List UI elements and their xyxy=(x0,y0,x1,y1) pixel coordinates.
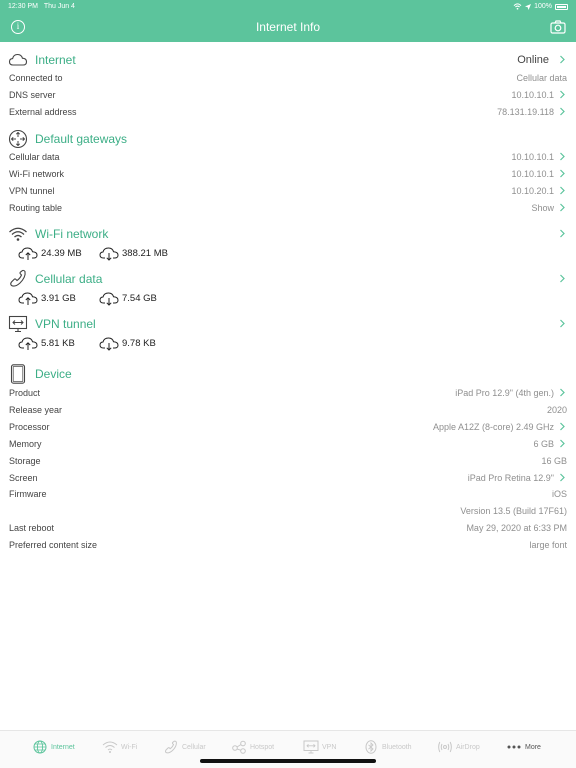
chevron-right-icon xyxy=(560,186,565,195)
row-content-size: Preferred content size large font xyxy=(9,540,567,550)
cloud-upload-icon xyxy=(18,292,38,305)
wifi-title: Wi-Fi network xyxy=(35,227,109,241)
globe-icon xyxy=(33,740,47,754)
row-gateway-wifi[interactable]: Wi-Fi network 10.10.10.1 xyxy=(0,166,576,183)
chevron-right-icon xyxy=(560,473,565,482)
bluetooth-icon xyxy=(365,740,377,754)
chevron-right-icon xyxy=(560,169,565,178)
row-gateway-cellular[interactable]: Cellular data 10.10.10.1 xyxy=(0,149,576,166)
camera-icon[interactable] xyxy=(550,20,566,34)
battery-percent: 100% xyxy=(534,3,552,10)
chevron-right-icon xyxy=(560,422,565,431)
row-screen[interactable]: Screen iPad Pro Retina 12.9" xyxy=(0,470,576,487)
tab-wifi[interactable]: Wi-Fi xyxy=(102,739,137,755)
row-processor[interactable]: Processor Apple A12Z (8-core) 2.49 GHz xyxy=(0,419,576,436)
row-gateway-vpn[interactable]: VPN tunnel 10.10.20.1 xyxy=(0,183,576,200)
tablet-icon xyxy=(10,364,26,384)
row-product[interactable]: Product iPad Pro 12.9" (4th gen.) xyxy=(0,385,576,402)
navigation-bar: 12:30 PM Thu Jun 4 100% i Internet Info xyxy=(0,0,576,42)
row-firmware-version: Version 13.5 (Build 17F61) xyxy=(460,506,567,516)
phone-icon xyxy=(165,740,177,754)
vpn-upload: 5.81 KB xyxy=(18,334,75,352)
vpn-title: VPN tunnel xyxy=(35,317,96,331)
page-title: Internet Info xyxy=(255,20,321,34)
cloud-download-icon xyxy=(99,292,119,306)
vpn-icon xyxy=(303,740,319,754)
cloud-upload-icon xyxy=(18,247,38,260)
internet-status: Online xyxy=(517,54,549,66)
chevron-right-icon xyxy=(560,229,565,238)
cloud-upload-icon xyxy=(18,337,38,350)
chevron-right-icon xyxy=(560,439,565,448)
chevron-right-icon xyxy=(560,319,565,328)
internet-title: Internet xyxy=(35,53,76,67)
vpn-download: 9.78 KB xyxy=(99,334,156,352)
wifi-download: 388.21 MB xyxy=(99,244,168,262)
vpn-monitor-icon xyxy=(8,315,28,333)
status-bar: 12:30 PM Thu Jun 4 100% xyxy=(0,3,576,13)
wifi-header[interactable]: Wi-Fi network xyxy=(0,222,576,246)
device-title: Device xyxy=(35,367,72,381)
location-icon xyxy=(525,3,532,10)
wifi-icon xyxy=(102,741,118,753)
chevron-right-icon xyxy=(560,90,565,99)
cellular-title: Cellular data xyxy=(35,272,103,286)
row-routing-table[interactable]: Routing table Show xyxy=(0,200,576,217)
phone-icon xyxy=(10,269,26,287)
internet-header[interactable]: Internet Online xyxy=(0,48,576,72)
tab-cellular[interactable]: Cellular xyxy=(163,739,206,755)
cellular-upload: 3.91 GB xyxy=(18,289,76,307)
row-release-year: Release year 2020 xyxy=(9,405,567,415)
tab-vpn[interactable]: VPN xyxy=(303,739,336,755)
gateways-header: Default gateways xyxy=(0,127,576,151)
row-dns-server[interactable]: DNS server 10.10.10.1 xyxy=(0,87,576,104)
cellular-traffic: 3.91 GB 7.54 GB xyxy=(0,289,576,307)
row-connected-to: Connected to Cellular data xyxy=(9,73,567,83)
chevron-right-icon xyxy=(560,388,565,397)
chevron-right-icon xyxy=(560,152,565,161)
more-icon xyxy=(507,745,521,749)
router-icon xyxy=(8,129,28,149)
cellular-download: 7.54 GB xyxy=(99,289,157,307)
tab-airdrop[interactable]: AirDrop xyxy=(437,739,480,755)
vpn-header[interactable]: VPN tunnel xyxy=(0,312,576,336)
vpn-traffic: 5.81 KB 9.78 KB xyxy=(0,334,576,352)
wifi-status-icon xyxy=(513,3,522,10)
row-memory[interactable]: Memory 6 GB xyxy=(0,436,576,453)
gateways-title: Default gateways xyxy=(35,132,128,146)
chevron-right-icon xyxy=(560,107,565,116)
hotspot-icon xyxy=(232,740,246,754)
row-last-reboot: Last reboot May 29, 2020 at 6:33 PM xyxy=(9,523,567,533)
status-time: 12:30 PM Thu Jun 4 xyxy=(8,3,75,10)
status-right: 100% xyxy=(513,3,568,10)
device-header: Device xyxy=(0,362,576,386)
row-firmware: Firmware iOS xyxy=(9,489,567,499)
tab-internet[interactable]: Internet xyxy=(32,739,75,755)
wifi-traffic: 24.39 MB 388.21 MB xyxy=(0,244,576,262)
wifi-icon xyxy=(9,227,27,241)
tab-hotspot[interactable]: Hotspot xyxy=(231,739,274,755)
tab-bluetooth[interactable]: Bluetooth xyxy=(363,739,412,755)
row-external-address[interactable]: External address 78.131.19.118 xyxy=(0,104,576,121)
cellular-header[interactable]: Cellular data xyxy=(0,267,576,291)
chevron-right-icon xyxy=(560,55,565,64)
tab-more[interactable]: More xyxy=(506,739,541,755)
chevron-right-icon xyxy=(560,203,565,212)
chevron-right-icon xyxy=(560,274,565,283)
battery-icon xyxy=(555,3,568,10)
home-indicator[interactable] xyxy=(200,759,376,763)
row-storage: Storage 16 GB xyxy=(9,456,567,466)
cloud-download-icon xyxy=(99,337,119,351)
wifi-upload: 24.39 MB xyxy=(18,244,82,262)
airdrop-icon xyxy=(438,741,452,753)
cloud-download-icon xyxy=(99,247,119,261)
cloud-icon xyxy=(8,53,28,66)
